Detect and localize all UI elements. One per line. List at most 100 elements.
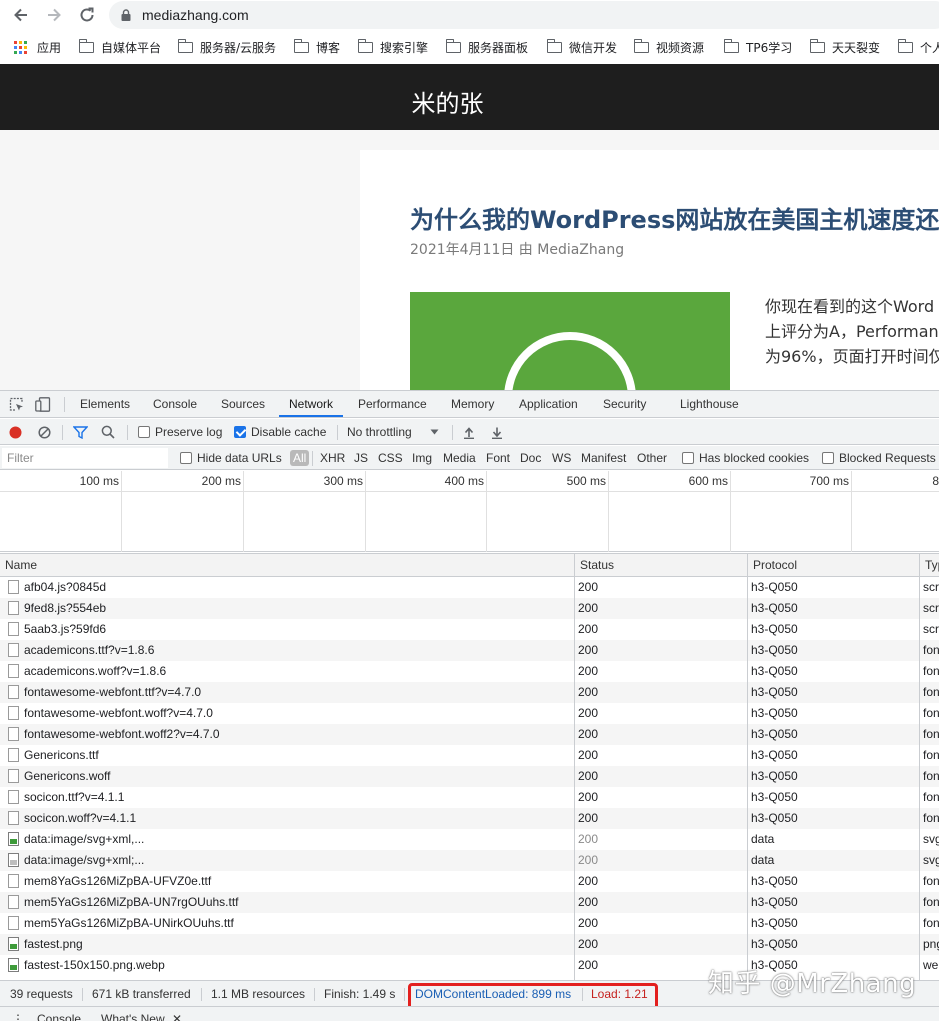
- checkbox-icon: [822, 452, 834, 464]
- bookmark-folder[interactable]: 博客: [293, 36, 340, 58]
- devtools-drawer: ⋮ Console What's New ✕: [0, 1006, 939, 1021]
- forward-button[interactable]: [42, 3, 66, 27]
- timeline-tick: 100 ms: [79, 474, 119, 488]
- address-bar[interactable]: mediazhang.com: [109, 1, 939, 29]
- table-row[interactable]: academicons.ttf?v=1.8.6 200 h3-Q050 fon: [0, 640, 939, 661]
- column-status[interactable]: Status: [574, 554, 747, 578]
- bookmark-apps[interactable]: 应用: [14, 36, 61, 58]
- table-row[interactable]: socicon.woff?v=4.1.1 200 h3-Q050 fon: [0, 808, 939, 829]
- hide-data-urls-checkbox[interactable]: Hide data URLs: [180, 446, 282, 470]
- request-status: 200: [578, 622, 599, 636]
- bookmark-folder[interactable]: 天天裂变: [809, 36, 880, 58]
- request-protocol: h3-Q050: [751, 664, 798, 678]
- filter-type-css[interactable]: CSS: [378, 446, 403, 470]
- filter-type-xhr[interactable]: XHR: [320, 446, 345, 470]
- tab-security[interactable]: Security: [603, 391, 646, 417]
- record-button[interactable]: [9, 419, 22, 445]
- url-text: mediazhang.com: [142, 7, 249, 23]
- table-row[interactable]: mem8YaGs126MiZpBA-UFVZ0e.ttf 200 h3-Q050 fo…: [0, 871, 939, 892]
- timeline-tick: 400 ms: [444, 474, 484, 488]
- table-row[interactable]: 5aab3.js?59fd6 200 h3-Q050 scr: [0, 619, 939, 640]
- bookmark-folder[interactable]: 搜索引擎: [357, 36, 428, 58]
- filter-type-manifest[interactable]: Manifest: [581, 446, 626, 470]
- back-button[interactable]: [9, 3, 33, 27]
- site-title[interactable]: 米的张: [0, 84, 895, 119]
- request-name: 5aab3.js?59fd6: [24, 622, 107, 636]
- article-thumbnail[interactable]: [410, 292, 730, 390]
- bookmark-folder[interactable]: 微信开发: [546, 36, 617, 58]
- table-row[interactable]: mem5YaGs126MiZpBA-UNirkOUuhs.ttf 200 h3-Q0…: [0, 913, 939, 934]
- disable-cache-checkbox[interactable]: Disable cache: [234, 419, 326, 445]
- close-icon[interactable]: ✕: [172, 1011, 182, 1021]
- table-row[interactable]: afb04.js?0845d 200 h3-Q050 scr: [0, 577, 939, 598]
- table-row[interactable]: data:image/svg+xml,... 200 data svg: [0, 829, 939, 850]
- filter-type-img[interactable]: Img: [412, 446, 432, 470]
- table-row[interactable]: Genericons.woff 200 h3-Q050 fon: [0, 766, 939, 787]
- filter-type-doc[interactable]: Doc: [520, 446, 541, 470]
- throttling-select[interactable]: No throttling: [347, 419, 439, 445]
- drawer-tab-console[interactable]: Console: [37, 1011, 81, 1021]
- bookmark-folder[interactable]: 服务器/云服务: [177, 36, 276, 58]
- tab-performance[interactable]: Performance: [358, 391, 427, 417]
- bookmark-folder[interactable]: 个人: [897, 36, 939, 58]
- table-row[interactable]: fontawesome-webfont.woff2?v=4.7.0 200 h3-Q…: [0, 724, 939, 745]
- drawer-tab-whats-new[interactable]: What's New: [101, 1011, 165, 1021]
- request-status: 200: [578, 580, 599, 594]
- table-row[interactable]: 9fed8.js?554eb 200 h3-Q050 scr: [0, 598, 939, 619]
- filter-type-other[interactable]: Other: [637, 446, 667, 470]
- tab-elements[interactable]: Elements: [80, 391, 130, 417]
- blocked-requests-checkbox[interactable]: Blocked Requests: [822, 446, 936, 470]
- table-row[interactable]: data:image/svg+xml;... 200 data svg: [0, 850, 939, 871]
- preserve-log-checkbox[interactable]: Preserve log: [138, 419, 222, 445]
- column-protocol[interactable]: Protocol: [747, 554, 919, 578]
- table-row[interactable]: fontawesome-webfont.woff?v=4.7.0 200 h3-Q0…: [0, 703, 939, 724]
- file-icon: [8, 706, 19, 720]
- request-type: fon: [923, 685, 939, 699]
- column-type[interactable]: Typ: [919, 554, 939, 578]
- filter-type-js[interactable]: JS: [354, 446, 368, 470]
- browser-toolbar: mediazhang.com: [0, 0, 939, 30]
- table-row[interactable]: fastest.png 200 h3-Q050 png: [0, 934, 939, 955]
- filter-type-font[interactable]: Font: [486, 446, 510, 470]
- reload-button[interactable]: [75, 3, 99, 27]
- devtools-panel: Elements Console Sources Network Perform…: [0, 390, 939, 1021]
- bookmark-folder[interactable]: 视频资源: [633, 36, 704, 58]
- tab-memory[interactable]: Memory: [451, 391, 494, 417]
- filter-toggle-button[interactable]: [73, 419, 88, 445]
- request-status: 200: [578, 937, 599, 951]
- filter-type-ws[interactable]: WS: [552, 446, 571, 470]
- has-blocked-cookies-checkbox[interactable]: Has blocked cookies: [682, 446, 809, 470]
- filter-type-media[interactable]: Media: [443, 446, 476, 470]
- device-icon: [35, 397, 51, 412]
- export-har-button[interactable]: [491, 419, 503, 445]
- bookmark-folder[interactable]: TP6学习: [723, 36, 792, 58]
- filter-input[interactable]: Filter: [2, 448, 168, 468]
- request-status: 200: [578, 916, 599, 930]
- table-row[interactable]: fontawesome-webfont.ttf?v=4.7.0 200 h3-Q05…: [0, 682, 939, 703]
- tab-network[interactable]: Network: [279, 391, 344, 417]
- table-row[interactable]: socicon.ttf?v=4.1.1 200 h3-Q050 fon: [0, 787, 939, 808]
- drawer-menu-icon[interactable]: ⋮: [12, 1011, 24, 1021]
- table-row[interactable]: Genericons.ttf 200 h3-Q050 fon: [0, 745, 939, 766]
- request-status: 200: [578, 790, 599, 804]
- tab-lighthouse[interactable]: Lighthouse: [680, 391, 739, 417]
- column-name[interactable]: Name: [0, 554, 574, 578]
- divider: [404, 988, 405, 1001]
- request-type: fon: [923, 790, 939, 804]
- tab-sources[interactable]: Sources: [221, 391, 265, 417]
- table-row[interactable]: academicons.woff?v=1.8.6 200 h3-Q050 fon: [0, 661, 939, 682]
- bookmark-folder[interactable]: 服务器面板: [445, 36, 528, 58]
- filter-type-all[interactable]: All: [290, 446, 310, 470]
- tab-console[interactable]: Console: [153, 391, 197, 417]
- tab-application[interactable]: Application: [519, 391, 578, 417]
- network-overview[interactable]: 100 ms 200 ms 300 ms 400 ms 500 ms 600 m…: [0, 471, 939, 552]
- request-name: afb04.js?0845d: [24, 580, 107, 594]
- bookmark-folder[interactable]: 自媒体平台: [78, 36, 161, 58]
- import-har-button[interactable]: [463, 419, 475, 445]
- search-button[interactable]: [101, 419, 115, 445]
- clear-button[interactable]: [38, 419, 51, 445]
- table-row[interactable]: mem5YaGs126MiZpBA-UN7rgOUuhs.ttf 200 h3-Q0…: [0, 892, 939, 913]
- inspect-element-button[interactable]: [9, 397, 24, 415]
- article-title[interactable]: 为什么我的WordPress网站放在美国主机速度还: [410, 200, 939, 235]
- device-toolbar-button[interactable]: [35, 397, 51, 415]
